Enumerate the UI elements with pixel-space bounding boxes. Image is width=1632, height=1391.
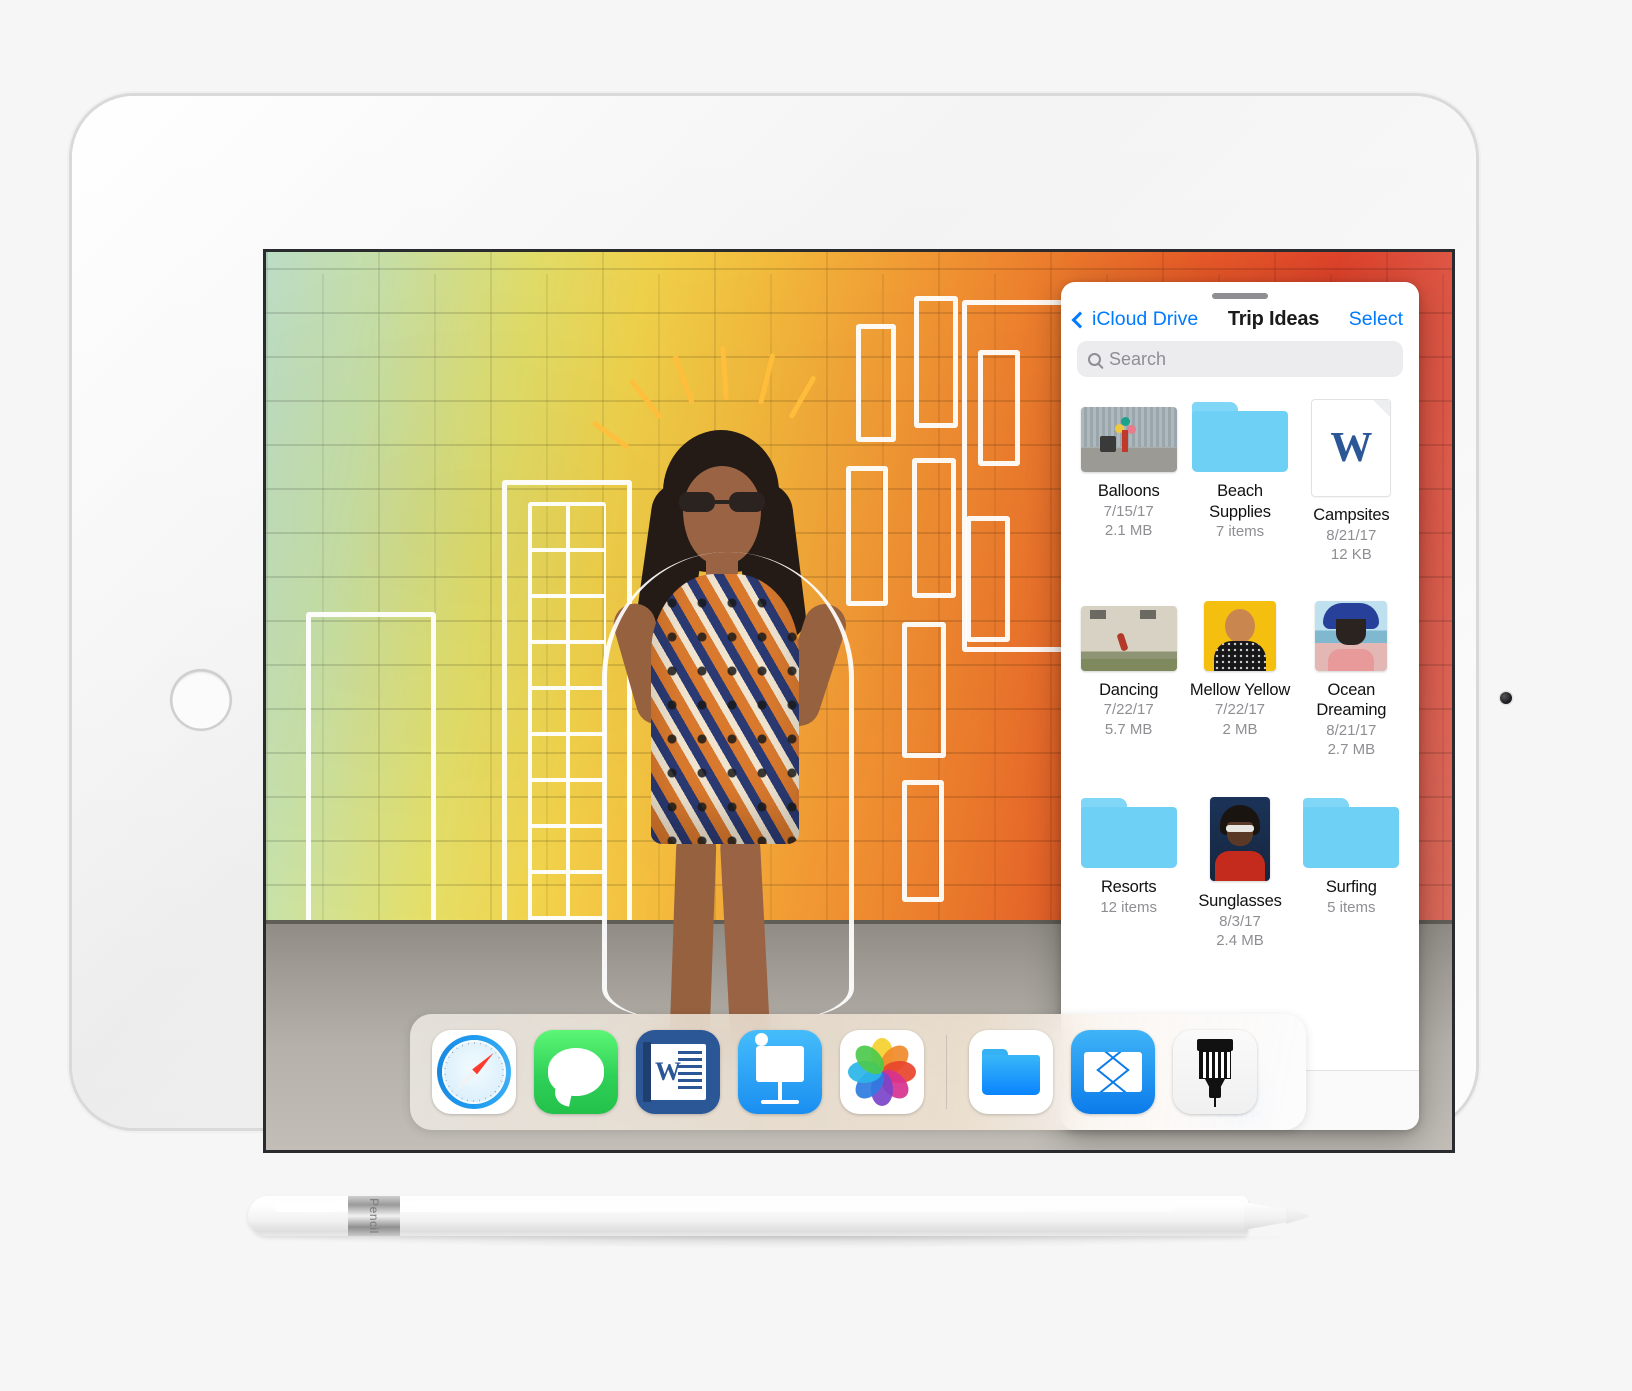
file-date: 8/3/17 — [1219, 912, 1261, 930]
file-name: Ocean Dreaming — [1316, 680, 1387, 720]
search-placeholder: Search — [1109, 348, 1167, 369]
file-date: 7/22/17 — [1214, 701, 1266, 719]
file-size: 5.7 MB — [1104, 720, 1153, 738]
apple-pencil: Pencil — [248, 1182, 1308, 1248]
thumbnail — [1303, 796, 1400, 868]
files-icon[interactable] — [969, 1030, 1053, 1114]
file-item[interactable]: Resorts 12 items — [1073, 790, 1184, 961]
mail-icon[interactable] — [1071, 1030, 1155, 1114]
file-name: Surfing — [1325, 877, 1377, 896]
pencil-label: Pencil — [367, 1198, 381, 1234]
dock-divider — [946, 1035, 947, 1109]
doodle-window-d — [846, 466, 888, 606]
file-date: 8/21/17 — [1326, 526, 1377, 544]
thumbnail — [1192, 796, 1288, 882]
files-app-panel[interactable]: iCloud Drive Trip Ideas Select Search Ba… — [1061, 282, 1419, 1130]
doodle-window-a — [856, 324, 896, 442]
front-camera-icon — [1500, 692, 1512, 704]
doodle-window-e — [912, 458, 956, 598]
file-size: 12 items — [1100, 898, 1158, 916]
file-date: 7/22/17 — [1103, 701, 1154, 719]
folder-icon — [1191, 402, 1288, 472]
file-size: 2.4 MB — [1216, 932, 1264, 949]
dancing-photo — [1080, 605, 1177, 671]
home-button[interactable] — [170, 669, 232, 731]
doodle-figure-outline — [602, 552, 854, 1022]
pencil-shadow — [266, 1236, 1296, 1248]
doodle-window-grid — [528, 502, 606, 932]
thumbnail: W — [1303, 400, 1399, 496]
balloons-photo — [1080, 407, 1177, 472]
back-button[interactable]: iCloud Drive — [1071, 308, 1199, 331]
file-name: Dancing — [1099, 680, 1159, 699]
pencil-tip — [1286, 1208, 1308, 1224]
file-name: Beach Supplies — [1209, 482, 1271, 521]
file-name: Sunglasses — [1198, 891, 1282, 910]
files-grid: Balloons 7/15/17 2.1 MB Beach Supplies 7… — [1061, 388, 1419, 1070]
file-name: Balloons — [1097, 482, 1160, 500]
file-item[interactable]: Dancing 7/22/17 5.7 MB — [1073, 593, 1184, 770]
face — [683, 466, 761, 564]
select-button[interactable]: Select — [1349, 308, 1403, 331]
photos-icon[interactable] — [840, 1030, 924, 1114]
thumbnail — [1191, 400, 1288, 472]
sunglasses-icon — [679, 492, 765, 512]
page-title: Trip Ideas — [1227, 308, 1320, 330]
file-item[interactable]: Ocean Dreaming 8/21/17 2.7 MB — [1296, 593, 1407, 770]
file-date: 7/15/17 — [1103, 502, 1154, 520]
search-icon — [1088, 352, 1101, 366]
back-button-label: iCloud Drive — [1092, 308, 1199, 330]
file-item[interactable]: Balloons 7/15/17 2.1 MB — [1073, 394, 1184, 575]
search-input[interactable]: Search — [1077, 341, 1403, 377]
ipad-device: iCloud Drive Trip Ideas Select Search Ba… — [72, 96, 1512, 1150]
file-item[interactable]: Mellow Yellow 7/22/17 2 MB — [1184, 593, 1295, 770]
folder-icon — [1303, 797, 1400, 868]
file-size: 2.7 MB — [1327, 741, 1376, 759]
word-icon[interactable]: W — [636, 1030, 720, 1114]
safari-icon[interactable] — [432, 1030, 516, 1114]
doodle-window-f — [902, 622, 946, 758]
pencil-highlight — [274, 1202, 1174, 1212]
file-item[interactable]: Surfing 5 items — [1296, 790, 1407, 961]
search-container: Search — [1061, 341, 1419, 388]
sunglasses-photo — [1209, 796, 1270, 881]
file-size: 2 MB — [1222, 720, 1258, 738]
keynote-icon[interactable] — [738, 1030, 822, 1114]
ipad-screen: iCloud Drive Trip Ideas Select Search Ba… — [266, 252, 1452, 1150]
file-name: Resorts — [1100, 877, 1157, 896]
file-item[interactable]: Beach Supplies 7 items — [1184, 394, 1295, 575]
file-size: 12 KB — [1330, 546, 1372, 564]
blue-hat-photo — [1315, 600, 1388, 671]
brush-icon[interactable] — [1173, 1030, 1257, 1114]
file-name: Campsites — [1313, 506, 1390, 524]
chevron-left-icon — [1071, 311, 1089, 328]
thumbnail — [1080, 796, 1177, 868]
folder-icon — [1080, 797, 1177, 868]
file-item[interactable]: Sunglasses 8/3/17 2.4 MB — [1184, 790, 1295, 961]
thumbnail — [1080, 599, 1177, 671]
thumbnail — [1080, 400, 1177, 472]
file-item[interactable]: W Campsites 8/21/17 12 KB — [1296, 394, 1407, 575]
file-date: 8/21/17 — [1326, 721, 1377, 739]
pencil-band: Pencil — [348, 1196, 400, 1236]
pencil-cone — [1244, 1202, 1290, 1230]
yellow-portrait-photo — [1203, 600, 1276, 671]
messages-icon[interactable] — [534, 1030, 618, 1114]
file-size: 2.1 MB — [1104, 522, 1153, 540]
thumbnail — [1303, 599, 1399, 671]
word-document-icon: W — [1312, 400, 1391, 496]
doodle-window-b — [914, 296, 958, 428]
file-name: Mellow Yellow — [1189, 680, 1291, 699]
file-size: 5 items — [1327, 898, 1376, 916]
dock: W — [410, 1014, 1306, 1130]
doodle-window-h — [902, 780, 944, 902]
screenshot-stage: iCloud Drive Trip Ideas Select Search Ba… — [0, 0, 1632, 1391]
file-size: 7 items — [1215, 523, 1265, 541]
thumbnail — [1192, 599, 1288, 671]
files-navigation-bar: iCloud Drive Trip Ideas Select — [1061, 299, 1419, 341]
